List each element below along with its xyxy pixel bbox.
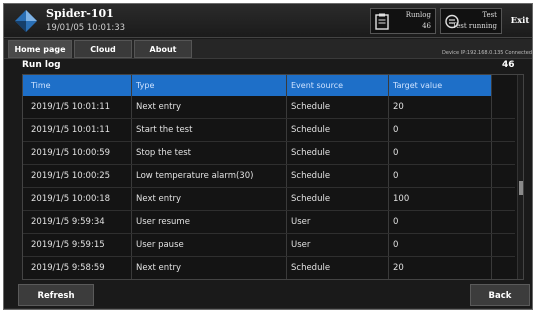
clipboard-icon xyxy=(375,13,389,30)
cell-target-value: 0 xyxy=(393,240,399,250)
back-button[interactable]: Back xyxy=(470,284,530,306)
table-row[interactable]: 2019/1/5 10:01:11 Next entry Schedule 20 xyxy=(23,96,515,119)
run-log-button[interactable]: Runlog 46 xyxy=(370,8,436,34)
cell-type: Next entry xyxy=(136,263,181,273)
cell-target-value: 0 xyxy=(393,171,399,181)
cell-type: Start the test xyxy=(136,125,193,135)
nav-bar: Home page Cloud About Device IP:192.168.… xyxy=(4,39,532,59)
test-status-button[interactable]: Test Test running xyxy=(440,8,502,34)
cell-target-value: 0 xyxy=(393,125,399,135)
test-status-label: Test xyxy=(482,11,497,19)
tab-home-page[interactable]: Home page xyxy=(8,40,72,58)
column-header-target-value[interactable]: Target value xyxy=(393,75,442,96)
cell-type: User pause xyxy=(136,240,184,250)
table-row[interactable]: 2019/1/5 9:59:15 User pause User 0 xyxy=(23,234,515,257)
status-strip xyxy=(4,308,532,309)
cell-event-source: User xyxy=(291,217,311,227)
scrollbar-thumb[interactable] xyxy=(519,181,523,195)
run-log-total: 46 xyxy=(502,60,515,70)
test-status-value: Test running xyxy=(452,22,497,30)
tab-cloud[interactable]: Cloud xyxy=(74,40,132,58)
tab-about[interactable]: About xyxy=(134,40,192,58)
refresh-button[interactable]: Refresh xyxy=(18,284,94,306)
table-row[interactable]: 2019/1/5 9:59:34 User resume User 0 xyxy=(23,211,515,234)
table-row[interactable]: 2019/1/5 10:01:11 Start the test Schedule 0 xyxy=(23,119,515,142)
app-window: Spider-101 19/01/05 10:01:33 Runlog 46 T… xyxy=(3,3,533,310)
column-header-event-source[interactable]: Event source xyxy=(291,75,343,96)
table-row[interactable]: 2019/1/5 10:00:59 Stop the test Schedule 0 xyxy=(23,142,515,165)
table-row[interactable]: 2019/1/5 10:00:25 Low temperature alarm(3… xyxy=(23,165,515,188)
run-log-count: 46 xyxy=(422,22,431,30)
cell-event-source: Schedule xyxy=(291,102,331,112)
current-datetime: 19/01/05 10:01:33 xyxy=(46,23,126,33)
run-log-label: Runlog xyxy=(405,11,431,19)
cell-time: 2019/1/5 9:58:59 xyxy=(31,263,105,273)
cell-event-source: Schedule xyxy=(291,194,331,204)
device-info: Device IP:192.168.0.135 Connected xyxy=(442,50,532,56)
cell-event-source: Schedule xyxy=(291,171,331,181)
cell-type: Next entry xyxy=(136,102,181,112)
table-row[interactable]: 2019/1/5 10:00:18 Next entry Schedule 100 xyxy=(23,188,515,211)
table-header: Time Type Event source Target value xyxy=(23,75,491,96)
cell-time: 2019/1/5 10:00:18 xyxy=(31,194,111,204)
cell-time: 2019/1/5 9:59:34 xyxy=(31,217,105,227)
cell-target-value: 0 xyxy=(393,217,399,227)
cell-time: 2019/1/5 10:01:11 xyxy=(31,102,111,112)
cell-target-value: 100 xyxy=(393,194,410,204)
run-log-table: Time Type Event source Target value 2019… xyxy=(22,74,524,280)
cell-type: Next entry xyxy=(136,194,181,204)
cell-type: Stop the test xyxy=(136,148,192,158)
cell-event-source: Schedule xyxy=(291,148,331,158)
cell-event-source: Schedule xyxy=(291,263,331,273)
cell-target-value: 20 xyxy=(393,263,404,273)
exit-button[interactable]: Exit xyxy=(508,12,532,30)
table-row[interactable]: 2019/1/5 9:58:59 Next entry Schedule 20 xyxy=(23,257,515,279)
cell-event-source: Schedule xyxy=(291,125,331,135)
cell-type: User resume xyxy=(136,217,190,227)
cell-time: 2019/1/5 10:00:25 xyxy=(31,171,111,181)
cell-target-value: 0 xyxy=(393,148,399,158)
column-header-time[interactable]: Time xyxy=(31,75,51,96)
cell-event-source: User xyxy=(291,240,311,250)
spider-logo-icon xyxy=(15,10,37,32)
app-title: Spider-101 xyxy=(46,7,114,20)
header-bar: Spider-101 19/01/05 10:01:33 Runlog 46 T… xyxy=(4,4,532,38)
column-header-type[interactable]: Type xyxy=(136,75,154,96)
cell-time: 2019/1/5 10:00:59 xyxy=(31,148,111,158)
cell-type: Low temperature alarm(30) xyxy=(136,171,254,181)
cell-time: 2019/1/5 9:59:15 xyxy=(31,240,105,250)
cell-time: 2019/1/5 10:01:11 xyxy=(31,125,111,135)
run-log-title: Run log xyxy=(22,60,61,70)
cell-target-value: 20 xyxy=(393,102,404,112)
table-scrollbar[interactable] xyxy=(517,75,523,279)
